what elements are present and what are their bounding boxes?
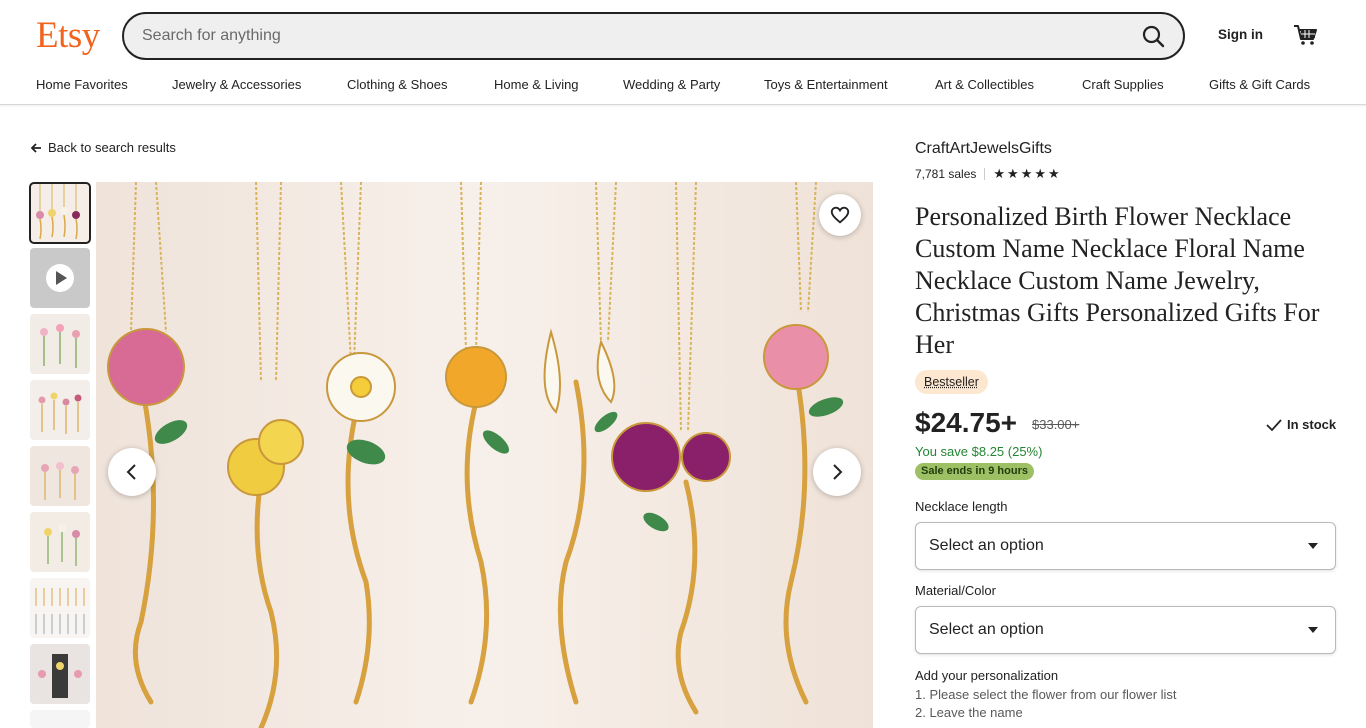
star-icon: ★ (993, 166, 1006, 181)
necklace-length-value: Select an option (929, 537, 1044, 554)
next-image-button[interactable] (813, 448, 861, 496)
nav-home-living[interactable]: Home & Living (494, 77, 579, 92)
heart-icon (830, 206, 850, 224)
stock-status: In stock (1265, 417, 1336, 432)
personalization-instruction: 1. Please select the flower from our flo… (915, 687, 1177, 702)
thumbnail-1[interactable] (29, 182, 91, 244)
bestseller-badge[interactable]: Bestseller (915, 370, 988, 394)
necklace-thumbnail-image (36, 183, 80, 240)
thumbnail-8[interactable] (30, 644, 90, 704)
cart-icon (1294, 25, 1317, 45)
personalization-label: Add your personalization (915, 668, 1059, 683)
personalization-instruction: 2. Leave the name (915, 705, 1023, 720)
sale-ends-badge: Sale ends in 9 hours (915, 463, 1034, 480)
necklace-thumbnail-image (44, 524, 80, 566)
star-icon: ★ (1048, 166, 1060, 181)
previous-image-button[interactable] (108, 448, 156, 496)
back-link-label: Back to search results (48, 140, 176, 155)
main-product-image (96, 182, 873, 728)
birth-flower-necklaces-image (96, 182, 873, 728)
original-price: $33.00+ (1032, 417, 1080, 432)
sales-count: 7,781 sales (915, 167, 977, 181)
shop-name-link[interactable]: CraftArtJewelsGifts (915, 140, 1052, 158)
cart-button[interactable] (1292, 22, 1318, 48)
listing-title: Personalized Birth Flower Necklace Custo… (915, 202, 1320, 359)
nav-gifts-gift-cards[interactable]: Gifts & Gift Cards (1209, 77, 1310, 92)
nav-clothing-shoes[interactable]: Clothing & Shoes (347, 77, 447, 92)
necklace-thumbnail-image (38, 392, 82, 434)
back-to-search-link[interactable]: Back to search results (30, 140, 176, 155)
necklace-thumbnail-image (41, 462, 79, 500)
search-button[interactable] (1139, 22, 1169, 52)
site-header: Etsy Sign in (0, 0, 1366, 70)
thumbnail-4[interactable] (30, 380, 90, 440)
search-icon (1142, 25, 1165, 48)
bestseller-label: Bestseller (924, 375, 979, 389)
arrow-left-icon (30, 142, 41, 153)
nav-home-favorites[interactable]: Home Favorites (36, 77, 128, 92)
caret-down-icon (1308, 627, 1318, 633)
nav-wedding-party[interactable]: Wedding & Party (623, 77, 720, 92)
sign-in-link[interactable]: Sign in (1218, 27, 1263, 42)
thumbnail-9[interactable] (30, 710, 90, 728)
material-color-label: Material/Color (915, 583, 996, 598)
nav-art-collectibles[interactable]: Art & Collectibles (935, 77, 1034, 92)
star-icon: ★ (1020, 166, 1033, 181)
caret-down-icon (1308, 543, 1318, 549)
category-nav: Home Favorites Jewelry & Accessories Clo… (0, 70, 1366, 105)
thumbnail-6[interactable] (30, 512, 90, 572)
thumbnail-3[interactable] (30, 314, 90, 374)
etsy-logo[interactable]: Etsy (36, 14, 100, 57)
savings-text: You save $8.25 (25%) (915, 444, 1043, 459)
shop-sales-rating: 7,781 sales ★ ★ ★ ★ ★ (915, 166, 1060, 182)
nav-craft-supplies[interactable]: Craft Supplies (1082, 77, 1164, 92)
necklace-thumbnail-image (38, 654, 82, 698)
star-rating[interactable]: ★ ★ ★ ★ ★ (993, 166, 1059, 182)
favorite-button[interactable] (819, 194, 861, 236)
star-icon: ★ (1034, 166, 1047, 181)
nav-jewelry-accessories[interactable]: Jewelry & Accessories (172, 77, 301, 92)
nav-toys-entertainment[interactable]: Toys & Entertainment (764, 77, 888, 92)
material-color-value: Select an option (929, 621, 1044, 638)
thumbnail-video[interactable] (30, 248, 90, 308)
search-bar[interactable] (122, 12, 1185, 60)
chevron-left-icon (126, 464, 136, 480)
chevron-right-icon (833, 464, 843, 480)
sale-price: $24.75+ (915, 407, 1017, 438)
checkmark-icon (1266, 418, 1282, 431)
necklace-length-select[interactable]: Select an option (915, 522, 1336, 570)
star-icon: ★ (1007, 166, 1019, 181)
play-icon (46, 264, 74, 292)
search-input[interactable] (142, 25, 1102, 47)
thumbnail-5[interactable] (30, 446, 90, 506)
stock-label: In stock (1287, 417, 1337, 432)
material-color-select[interactable]: Select an option (915, 606, 1336, 654)
thumbnail-7[interactable] (30, 578, 90, 638)
necklace-length-label: Necklace length (915, 499, 1008, 514)
necklace-thumbnail-image (40, 324, 80, 368)
necklace-thumbnail-image (35, 588, 85, 634)
divider (984, 168, 986, 180)
